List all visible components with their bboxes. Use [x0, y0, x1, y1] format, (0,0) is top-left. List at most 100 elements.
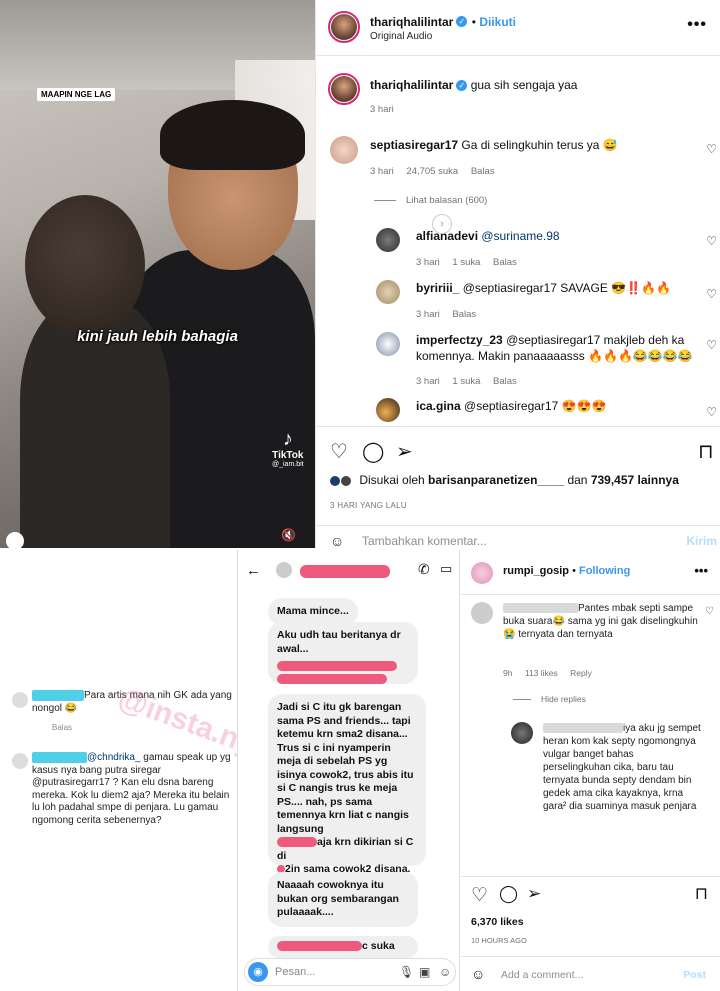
reply-avatar[interactable] [376, 398, 400, 422]
like-comment-heart-icon[interactable]: ♡ [705, 606, 714, 617]
reply-avatar [511, 722, 533, 744]
reply-avatar[interactable] [376, 280, 400, 304]
bookmark-icon[interactable]: ⊓ [698, 439, 714, 464]
mute-icon[interactable]: 🔇 [281, 528, 296, 542]
reply-button[interactable]: Balas [493, 257, 517, 268]
comment-mention[interactable]: @chndrika_ [87, 752, 141, 763]
verified-icon: ✓ [456, 80, 468, 92]
reply-meta: 3 hari Balas [416, 309, 486, 320]
comment-reply-button[interactable]: Balas [471, 166, 495, 177]
divider [461, 876, 720, 877]
follow-button[interactable]: Diikuti [479, 15, 516, 29]
camera-icon[interactable]: ◉ [248, 962, 268, 982]
caption-avatar[interactable] [328, 73, 360, 105]
rumpi-follow-button[interactable]: Following [579, 565, 630, 577]
liked-by-user[interactable]: barisanparanetizen____ [428, 473, 564, 487]
heart-icon[interactable]: ♡ [471, 884, 488, 907]
reply-text[interactable]: @suriname.98 [481, 229, 559, 243]
reply-button[interactable]: Balas [493, 376, 517, 387]
reply-username[interactable]: byririii_ [416, 281, 459, 295]
next-slide-chevron-icon[interactable]: › [432, 214, 452, 234]
hide-replies-label: Hide replies [541, 694, 586, 704]
more-options-icon[interactable]: ••• [694, 563, 708, 578]
comment-meta: 3 hari 24,705 suka Balas [370, 166, 505, 177]
rumpi-username[interactable]: rumpi_gosip [503, 565, 569, 577]
commenter-avatar [471, 602, 493, 624]
comment-icon[interactable]: ◯ [362, 439, 384, 464]
sticker-icon[interactable]: ☺ [439, 965, 451, 979]
reply-button[interactable]: Balas [452, 309, 476, 320]
gallery-icon[interactable]: ▣ [419, 965, 430, 979]
avatar[interactable] [471, 562, 493, 584]
comment-username[interactable]: septiasiregar17 [370, 138, 458, 152]
comment-likes[interactable]: 24,705 suka [406, 166, 458, 177]
add-comment-input[interactable]: Tambahkan komentar... [362, 534, 487, 548]
comment: @chndrika_ gamau speak up yg kasus nya b… [32, 752, 232, 827]
add-comment-input[interactable]: Add a comment... [501, 969, 583, 981]
caption-username[interactable]: thariqhalilintar [370, 78, 453, 92]
like-reply-heart-icon[interactable]: ♡ [706, 405, 717, 419]
view-replies-button[interactable]: Lihat balasan (600) [374, 195, 497, 206]
video-call-icon[interactable]: ▭ [440, 561, 452, 577]
video-caption: kini jauh lebih bahagia [77, 328, 238, 345]
back-arrow-icon[interactable]: ← [246, 562, 261, 579]
like-comment-heart-icon[interactable]: ♡ [706, 142, 717, 156]
phone-icon[interactable]: ✆ [418, 561, 430, 578]
like-reply-heart-icon[interactable]: ♡ [706, 234, 717, 248]
reply-username[interactable]: imperfectzy_23 [416, 333, 503, 347]
message-placeholder: Pesan... [275, 966, 316, 978]
share-icon[interactable]: ➢ [396, 439, 413, 464]
more-options-icon[interactable]: ••• [687, 16, 707, 34]
instagram-post: MAAPIN NGE LAG kini jauh lebih bahagia ♪… [0, 0, 720, 549]
chat-bubble-text: Jadi si C itu gk barengan sama PS and fr… [277, 701, 414, 835]
chat-bubble: c suka [268, 936, 418, 958]
post-header: thariqhalilintar ✓ • Diikuti Original Aud… [316, 0, 720, 56]
video-player[interactable]: MAAPIN NGE LAG kini jauh lebih bahagia ♪… [0, 0, 315, 548]
liked-suffix: dan [564, 473, 591, 487]
post-date: 3 HARI YANG LALU [330, 501, 407, 510]
comment-avatar[interactable] [330, 136, 358, 164]
emoji-icon[interactable]: ☺ [330, 533, 344, 549]
mic-icon[interactable]: 🎙 [399, 965, 414, 979]
reply-button[interactable]: Balas [52, 723, 72, 732]
divider [461, 956, 720, 957]
redacted-text [277, 941, 362, 952]
profile-dot-icon [6, 532, 24, 548]
liked-prefix: Disukai oleh [359, 473, 429, 487]
like-reply-heart-icon[interactable]: ♡ [706, 338, 717, 352]
comment-reply-button[interactable]: Reply [570, 668, 592, 678]
rumpi-post: rumpi_gosip • Following ••• Pantes mbak … [461, 550, 720, 991]
heart-icon[interactable]: ♡ [330, 439, 348, 464]
likes-count[interactable]: 6,370 likes [471, 916, 524, 928]
like-reply-heart-icon[interactable]: ♡ [706, 287, 717, 301]
reply-likes[interactable]: 1 suka [452, 257, 480, 268]
audio-label[interactable]: Original Audio [370, 31, 432, 42]
post-side-panel: thariqhalilintar ✓ • Diikuti Original Aud… [315, 0, 720, 549]
redacted-text [277, 661, 397, 671]
avatar[interactable] [328, 11, 360, 43]
post-comment-button[interactable]: Kirim [686, 534, 717, 548]
reply-avatar[interactable] [376, 332, 400, 356]
bookmark-icon[interactable]: ⊓ [695, 884, 708, 904]
divider-dash [374, 199, 396, 201]
liked-count[interactable]: 739,457 lainnya [591, 473, 679, 487]
chat-bubble: Naaaah cowoknya itu bukan org sembaranga… [268, 872, 418, 927]
share-icon[interactable]: ➢ [527, 884, 541, 904]
comment-likes[interactable]: 113 likes [525, 668, 558, 678]
commenter-avatar [12, 753, 28, 769]
reply-likes[interactable]: 1 suka [452, 376, 480, 387]
reply-avatar[interactable] [376, 228, 400, 252]
emoji-icon[interactable]: ☺ [471, 966, 485, 982]
comment-icon[interactable]: ◯ [499, 884, 518, 904]
caption-time: 3 hari [370, 104, 394, 115]
post-comment-button[interactable]: Post [683, 969, 706, 981]
video-badge: MAAPIN NGE LAG [37, 88, 116, 101]
video-person-woman-head [25, 195, 145, 335]
message-input[interactable]: ◉ Pesan... 🎙 ▣ ☺ [244, 958, 456, 986]
author-username[interactable]: thariqhalilintar [370, 15, 453, 29]
hide-replies-button[interactable]: Hide replies [513, 694, 596, 704]
redacted-name [32, 752, 87, 763]
reply-username[interactable]: ica.gina [416, 399, 461, 413]
dm-screenshot: ← ✆ ▭ Mama mince... Aku udh tau beritany… [237, 550, 460, 991]
tiktok-watermark: ♪ TikTok @_iam.bit [272, 428, 304, 468]
